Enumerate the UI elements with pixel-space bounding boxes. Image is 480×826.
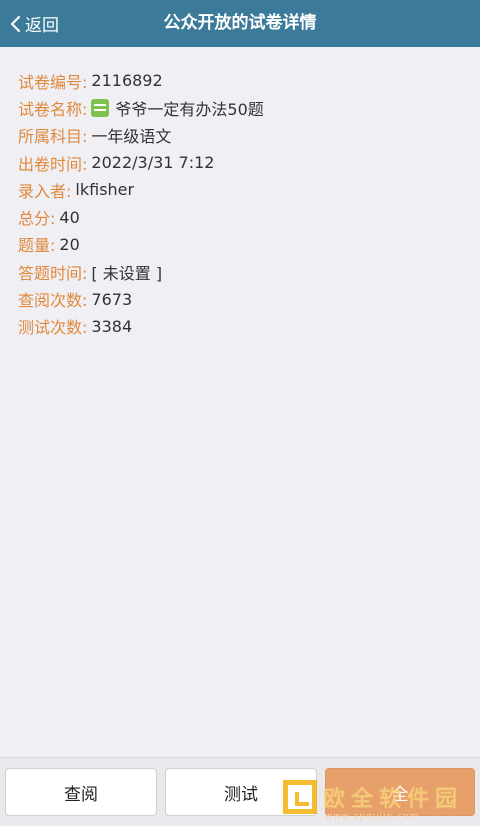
- detail-row-author: 录入者: lkfisher: [18, 176, 462, 203]
- detail-value: [ 未设置 ]: [91, 263, 163, 283]
- detail-value: 爷爷一定有办法50题: [115, 99, 264, 119]
- detail-label: 总分:: [18, 209, 56, 229]
- detail-value: lkfisher: [75, 180, 135, 200]
- detail-row-total-score: 总分: 40: [18, 203, 462, 230]
- detail-label: 题量:: [18, 236, 56, 256]
- page-title: 公众开放的试卷详情: [163, 13, 317, 33]
- book-icon: [91, 98, 110, 117]
- detail-label: 试卷编号:: [18, 72, 88, 92]
- watermark-url: www.apoujin.com: [325, 812, 420, 822]
- detail-row-created-time: 出卷时间: 2022/3/31 7:12: [18, 149, 462, 176]
- watermark-logo-icon: [283, 780, 317, 814]
- detail-label: 试卷名称:: [18, 99, 88, 119]
- detail-row-paper-id: 试卷编号: 2116892: [18, 67, 462, 94]
- paper-details: 试卷编号: 2116892 试卷名称: 爷爷一定有办法50题 所属科目: 一年级…: [18, 67, 462, 340]
- back-button[interactable]: 返回: [8, 0, 59, 47]
- detail-row-view-count: 查阅次数: 7673: [18, 285, 462, 312]
- detail-label: 出卷时间:: [18, 154, 88, 174]
- detail-row-question-count: 题量: 20: [18, 231, 462, 258]
- detail-value: 一年级语文: [91, 127, 172, 147]
- detail-value: 3384: [91, 316, 133, 336]
- detail-value: 40: [59, 207, 80, 227]
- detail-value: 7673: [91, 289, 133, 309]
- detail-row-paper-name: 试卷名称: 爷爷一定有办法50题: [18, 94, 462, 121]
- detail-label: 答题时间:: [18, 263, 88, 283]
- detail-value: 20: [59, 234, 80, 254]
- detail-value: 2116892: [91, 71, 163, 91]
- back-label: 返回: [25, 16, 59, 36]
- detail-label: 录入者:: [18, 181, 72, 201]
- top-navigation-bar: 返回 公众开放的试卷详情: [0, 0, 480, 47]
- watermark-text: 欧全软件园: [323, 787, 464, 812]
- chevron-left-icon: [10, 15, 21, 32]
- detail-row-test-count: 测试次数: 3384: [18, 313, 462, 340]
- detail-row-answer-time: 答题时间: [ 未设置 ]: [18, 258, 462, 285]
- view-button[interactable]: 查阅: [5, 768, 157, 816]
- detail-row-subject: 所属科目: 一年级语文: [18, 122, 462, 149]
- detail-label: 所属科目:: [18, 127, 88, 147]
- detail-value: 2022/3/31 7:12: [91, 153, 215, 173]
- detail-label: 查阅次数:: [18, 291, 88, 311]
- detail-label: 测试次数:: [18, 318, 88, 338]
